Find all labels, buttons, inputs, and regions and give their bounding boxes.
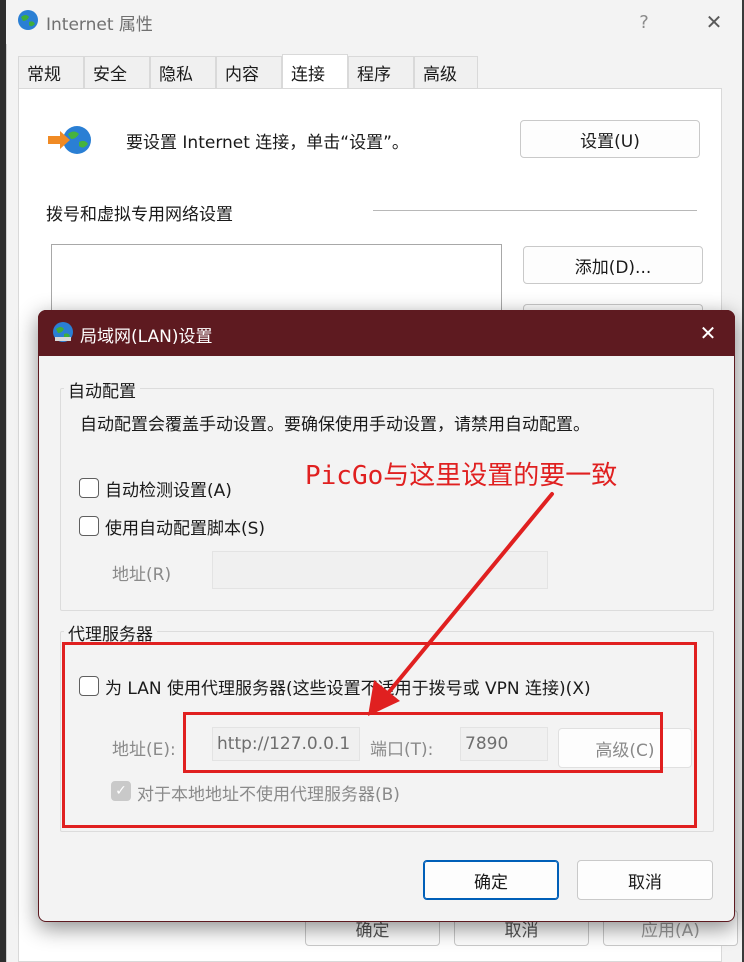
setup-instruction: 要设置 Internet 连接，单击“设置”。 xyxy=(126,133,409,153)
auto-config-description: 自动配置会覆盖手动设置。要确保使用手动设置，请禁用自动配置。 xyxy=(80,415,590,435)
tab-privacy[interactable]: 隐私 xyxy=(150,56,216,88)
tab-label: 程序 xyxy=(357,65,391,85)
parent-window-title: Internet 属性 xyxy=(46,15,153,35)
globe-icon xyxy=(18,10,38,30)
tab-connections[interactable]: 连接 xyxy=(282,54,348,89)
annotation-arrow xyxy=(368,492,554,716)
setup-button[interactable]: 设置(U) xyxy=(520,120,700,158)
dialog-close-button[interactable]: ✕ xyxy=(692,318,724,348)
globe-icon xyxy=(53,322,73,342)
tab-content[interactable]: 内容 xyxy=(216,56,282,88)
auto-detect-label: 自动检测设置(A) xyxy=(105,481,232,501)
dialog-cancel-button[interactable]: 取消 xyxy=(577,860,713,900)
close-icon: ✕ xyxy=(705,10,723,34)
tab-advanced[interactable]: 高级 xyxy=(414,56,478,88)
tab-label: 隐私 xyxy=(159,65,193,85)
help-icon: ? xyxy=(639,11,649,33)
annotation-text: PicGo与这里设置的要一致 xyxy=(305,461,618,491)
tab-label: 内容 xyxy=(225,65,259,85)
tab-label: 连接 xyxy=(291,64,325,85)
setup-button-label: 设置(U) xyxy=(580,131,640,152)
dialog-title: 局域网(LAN)设置 xyxy=(80,327,213,347)
auto-script-checkbox[interactable] xyxy=(79,516,99,536)
tab-general[interactable]: 常规 xyxy=(18,56,84,88)
close-icon: ✕ xyxy=(699,321,717,345)
dialog-ok-label: 确定 xyxy=(474,872,508,893)
dialog-cancel-label: 取消 xyxy=(628,872,662,893)
help-button[interactable]: ? xyxy=(630,8,658,36)
parent-close-button[interactable]: ✕ xyxy=(700,8,728,36)
tab-label: 高级 xyxy=(423,65,457,85)
tab-programs[interactable]: 程序 xyxy=(348,56,414,88)
annotation-inner-box xyxy=(183,712,663,773)
add-button[interactable]: 添加(D)... xyxy=(523,246,703,284)
auto-script-label: 使用自动配置脚本(S) xyxy=(105,519,266,539)
dialog-ok-button[interactable]: 确定 xyxy=(423,860,559,900)
tab-label: 常规 xyxy=(27,65,61,85)
auto-detect-checkbox[interactable] xyxy=(79,478,99,498)
add-button-label: 添加(D)... xyxy=(574,257,652,278)
connection-wizard-icon xyxy=(48,126,91,154)
dialup-divider xyxy=(373,210,697,211)
tab-security[interactable]: 安全 xyxy=(84,56,150,88)
auto-config-title: 自动配置 xyxy=(64,377,140,402)
script-address-label: 地址(R) xyxy=(112,565,172,585)
dialup-heading: 拨号和虚拟专用网络设置 xyxy=(46,205,233,225)
tab-label: 安全 xyxy=(93,65,127,85)
